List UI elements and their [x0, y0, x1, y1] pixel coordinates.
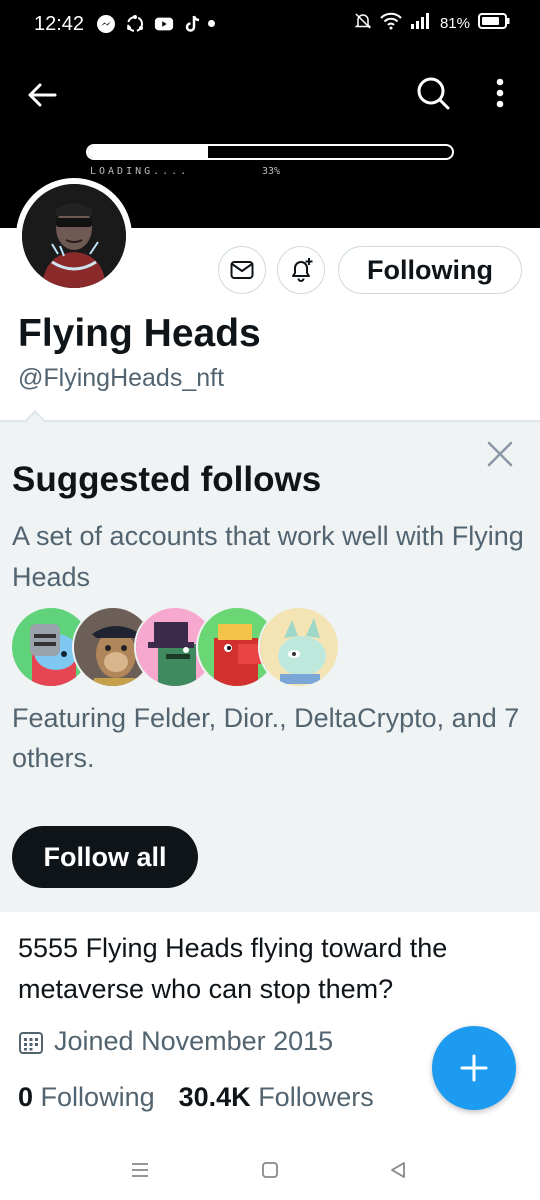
system-navigation-bar	[0, 1140, 540, 1200]
battery-percent: 81%	[439, 14, 470, 32]
arrow-left-icon	[28, 83, 57, 107]
mute-icon	[354, 12, 372, 34]
following-button[interactable]: Following	[338, 246, 522, 294]
tiktok-icon	[183, 14, 203, 34]
home-button[interactable]	[250, 1154, 290, 1186]
loading-progress-bar	[86, 144, 454, 160]
recent-apps-button[interactable]	[120, 1154, 160, 1186]
wifi-icon	[380, 12, 402, 34]
suggested-follows-subtitle: A set of accounts that work well with Fl…	[12, 521, 524, 592]
profile-avatar[interactable]	[16, 178, 132, 294]
search-icon	[417, 77, 450, 110]
dismiss-suggestions-button[interactable]	[482, 436, 518, 472]
status-time: 12:42	[34, 13, 85, 35]
follow-all-button[interactable]: Follow all	[12, 826, 198, 888]
search-button[interactable]	[412, 72, 454, 114]
joined-text: Joined November 2015	[54, 1026, 334, 1056]
messenger-icon	[96, 14, 116, 34]
envelope-icon	[230, 261, 254, 279]
triangle-back-icon	[391, 1162, 405, 1178]
signal-icon	[410, 12, 432, 34]
following-stat-label: Following	[40, 1082, 155, 1112]
profile-handle: @FlyingHeads_nft	[18, 364, 225, 392]
plus-icon	[460, 1054, 488, 1082]
followers-stat[interactable]: 30.4K Followers	[179, 1082, 374, 1113]
follow-stats: 0 Following 30.4K Followers	[18, 1082, 374, 1113]
suggested-avatars[interactable]	[10, 606, 340, 690]
close-icon	[487, 441, 513, 467]
more-options-button[interactable]	[484, 72, 516, 114]
back-button[interactable]	[22, 75, 62, 115]
sync-icon	[125, 14, 145, 34]
profile-bio: 5555 Flying Heads flying toward the meta…	[18, 933, 448, 1004]
loading-percent: 33%	[262, 166, 281, 177]
following-count: 0	[18, 1082, 34, 1112]
avatar-image	[22, 184, 126, 288]
loading-label: LOADING....	[90, 166, 190, 177]
profile-display-name: Flying Heads	[18, 312, 261, 355]
notification-dot	[208, 20, 215, 27]
compose-tweet-button[interactable]	[432, 1026, 516, 1110]
calendar-icon	[19, 1031, 43, 1054]
status-bar: 12:42 81%	[0, 0, 540, 50]
youtube-icon	[154, 14, 174, 34]
status-right-icons: 81%	[354, 12, 510, 34]
battery-icon	[478, 12, 510, 34]
suggested-featuring-text: Featuring Felder, Dior., DeltaCrypto, an…	[12, 703, 520, 773]
followers-stat-label: Followers	[258, 1082, 374, 1112]
back-nav-button[interactable]	[378, 1154, 418, 1186]
status-left-icons	[96, 14, 203, 34]
more-vertical-icon	[496, 78, 504, 108]
loading-progress-fill	[88, 146, 209, 158]
notifications-button[interactable]	[277, 246, 325, 294]
suggested-follows-panel: Suggested follows A set of accounts that…	[0, 422, 540, 912]
message-button[interactable]	[218, 246, 266, 294]
suggested-avatar-5[interactable]	[258, 606, 340, 688]
square-icon	[262, 1162, 278, 1178]
suggested-follows-title: Suggested follows	[12, 460, 322, 499]
followers-count: 30.4K	[178, 1082, 251, 1112]
bell-plus-icon	[292, 258, 313, 282]
following-stat[interactable]: 0 Following	[18, 1082, 155, 1113]
menu-lines-icon	[132, 1163, 148, 1177]
joined-date: Joined November 2015	[18, 1026, 333, 1057]
